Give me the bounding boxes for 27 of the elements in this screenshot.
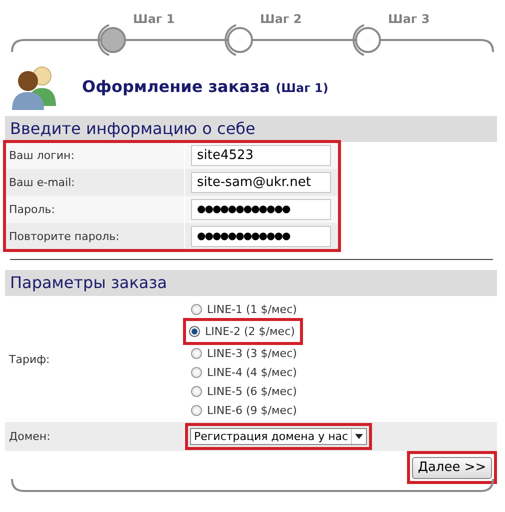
option-label: LINE-3 (3 $/мес) [207, 347, 297, 360]
section-title: Параметры заказа [5, 270, 497, 296]
option-label: LINE-2 (2 $/мес) [205, 325, 295, 338]
input-field[interactable]: site-sam@ukr.net [191, 172, 331, 193]
radio-button[interactable] [191, 304, 202, 315]
step-label: Шаг 3 [388, 12, 430, 26]
radio-button[interactable] [191, 386, 202, 397]
field-label: Повторите пароль: [5, 223, 185, 250]
option-label: LINE-1 (1 $/мес) [207, 303, 297, 316]
input-field[interactable]: ●●●●●●●●●●●● [191, 226, 331, 247]
section-title: Введите информацию о себе [5, 116, 497, 142]
option-label: LINE-4 (4 $/мес) [207, 366, 297, 379]
domain-dropdown[interactable]: Регистрация домена у нас [190, 428, 367, 445]
radio-button[interactable] [191, 348, 202, 359]
radio-button[interactable] [191, 405, 202, 416]
caret-icon [355, 434, 363, 439]
next-button[interactable]: Далее >> [412, 456, 492, 478]
step-label: Шаг 2 [260, 12, 302, 26]
input-field[interactable]: site4523 [191, 145, 331, 166]
radio-button[interactable] [191, 367, 202, 378]
page-title: Оформление заказа (Шаг 1) [82, 76, 328, 96]
option-label: LINE-5 (6 $/мес) [207, 385, 297, 398]
radio-button[interactable] [189, 326, 200, 337]
input-field[interactable]: ●●●●●●●●●●●● [191, 199, 331, 220]
step-label: Шаг 1 [133, 12, 175, 26]
field-label: Домен: [5, 422, 185, 451]
option-label: LINE-6 (9 $/мес) [207, 404, 297, 417]
